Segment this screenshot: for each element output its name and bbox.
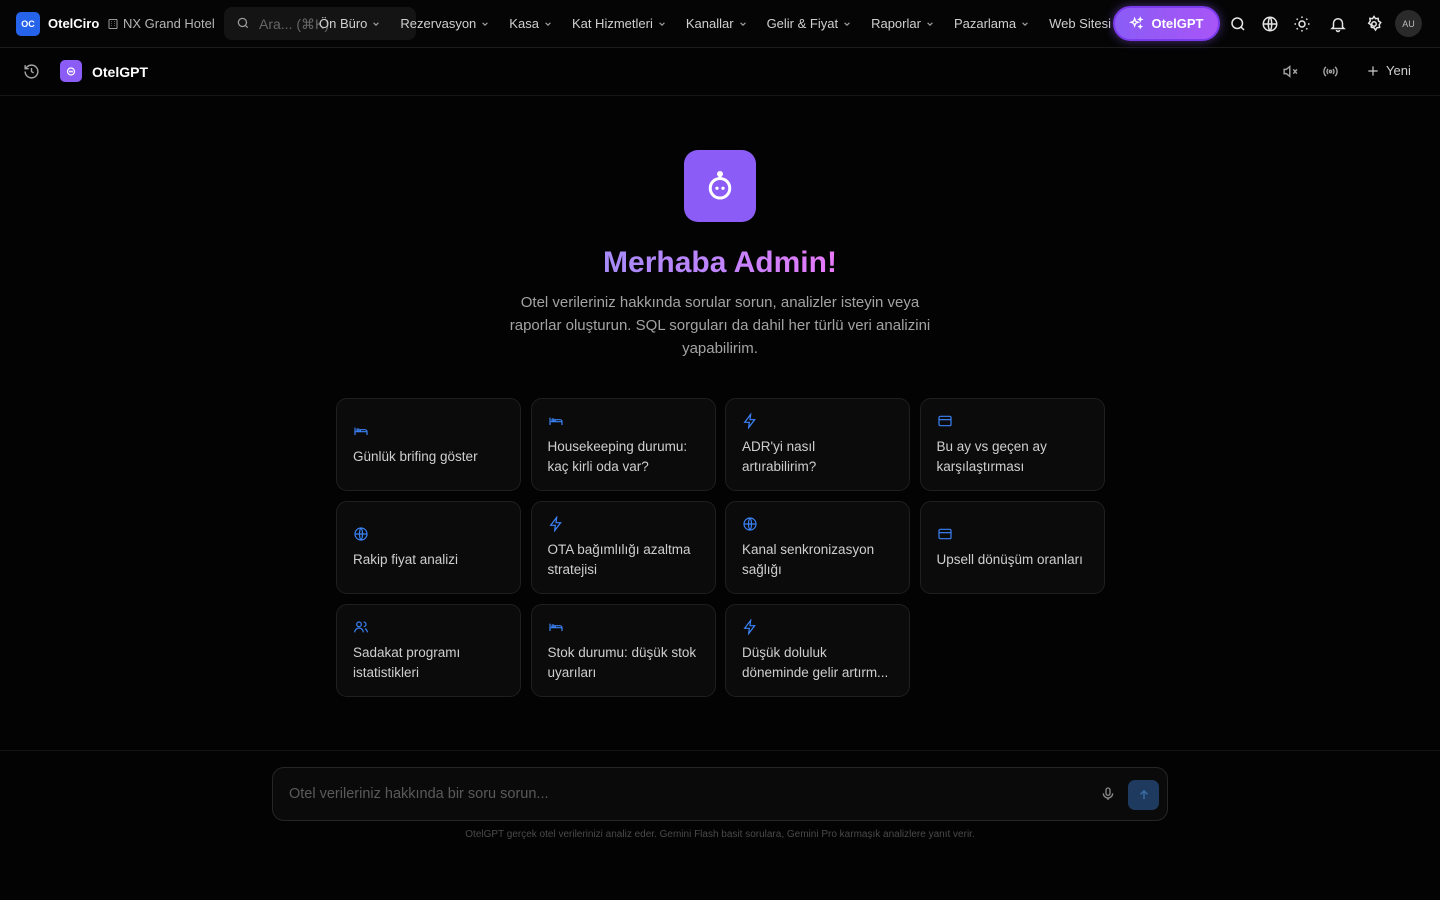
- mute-icon[interactable]: [1282, 63, 1299, 80]
- suggestion-card[interactable]: Kanal senkronizasyon sağlığı: [725, 501, 910, 594]
- suggestion-text: Sadakat programı istatistikleri: [353, 645, 461, 680]
- bed-icon: [548, 417, 563, 425]
- suggestion-grid: Günlük brifing göster Housekeeping durumu…: [336, 398, 1105, 697]
- mic-icon[interactable]: [1100, 786, 1116, 802]
- nav-item-label: Kanallar: [685, 16, 734, 31]
- bolt-icon: [743, 619, 756, 635]
- suggestion-text: Bu ay vs geçen ay karşılaştırması: [936, 439, 1047, 474]
- suggestion-text: Upsell dönüşüm oranları: [936, 551, 1083, 567]
- bolt-icon: [548, 516, 562, 532]
- nav-item-label: Ön Büro: [319, 16, 368, 31]
- chevron-down-icon: [659, 21, 665, 26]
- nav-item-label: Rezervasyon: [400, 16, 477, 31]
- bell-icon[interactable]: [1329, 15, 1347, 33]
- assistant-logo: [684, 150, 756, 222]
- chat-title: OtelGPT: [92, 64, 149, 80]
- sun-icon[interactable]: [1293, 15, 1311, 33]
- chat-header: OtelGPT Yeni: [0, 48, 1440, 96]
- chat-composer: [272, 767, 1168, 821]
- gear-icon[interactable]: [1365, 15, 1383, 33]
- globe-icon: [354, 527, 368, 541]
- suggestion-card[interactable]: OTA bağımlılığı azaltma stratejisi: [530, 501, 716, 594]
- chat-input[interactable]: [289, 783, 1089, 805]
- suggestion-text: Kanal senkronizasyon sağlığı: [742, 542, 875, 577]
- brand-name[interactable]: OtelCiro: [48, 16, 99, 31]
- nav-item-4[interactable]: Kanallar: [686, 16, 747, 31]
- send-button[interactable]: [1128, 780, 1159, 810]
- suggestion-card[interactable]: Stok durumu: düşük stok uyarıları: [530, 604, 716, 697]
- app-logo[interactable]: OC: [16, 12, 40, 36]
- greeting-title: Merhaba Admin!: [0, 246, 1440, 280]
- suggestion-card[interactable]: Housekeeping durumu: kaç kirli oda var?: [530, 398, 716, 491]
- bot-icon: [66, 67, 76, 76]
- greeting-text: Merhaba Admin!: [603, 246, 837, 279]
- nav-item-2[interactable]: Kasa: [509, 16, 552, 31]
- hotel-selector[interactable]: NX Grand Hotel: [107, 16, 215, 31]
- suggestion-card[interactable]: ADR'yi nasıl artırabilirim?: [725, 398, 910, 491]
- card-icon: [937, 528, 952, 540]
- composer-divider: [0, 750, 1440, 751]
- otelgpt-button[interactable]: OtelGPT: [1113, 6, 1220, 41]
- suggestion-card[interactable]: Bu ay vs geçen ay karşılaştırması: [919, 398, 1105, 491]
- sparkles-icon: [1129, 16, 1145, 30]
- new-chat-button[interactable]: Yeni: [1366, 63, 1411, 78]
- nav-item-7[interactable]: Pazarlama: [954, 16, 1029, 31]
- suggestion-card[interactable]: Günlük brifing göster: [336, 398, 521, 491]
- plus-icon: [1368, 65, 1378, 76]
- new-chat-label: Yeni: [1386, 63, 1411, 78]
- suggestion-text: Stok durumu: düşük stok uyarıları: [547, 645, 697, 680]
- hotel-name: NX Grand Hotel: [123, 16, 215, 31]
- nav-item-8[interactable]: Web Sitesi: [1049, 16, 1111, 31]
- building-icon: [108, 18, 118, 29]
- suggestion-text: Rakip fiyat analizi: [353, 551, 459, 567]
- nav-item-1[interactable]: Rezervasyon: [400, 16, 489, 31]
- card-icon: [937, 415, 952, 427]
- nav-item-label: Raporlar: [871, 16, 921, 31]
- nav-item-label: Pazarlama: [953, 16, 1017, 31]
- bolt-icon: [743, 413, 756, 429]
- chevron-down-icon: [373, 21, 380, 26]
- suggestion-text: Düşük doluluk döneminde gelir artırm...: [742, 645, 889, 680]
- globe-icon[interactable]: [1261, 15, 1279, 33]
- globe-icon: [743, 517, 757, 531]
- intro-text: Otel verileriniz hakkında sorular sorun,…: [509, 294, 931, 357]
- bed-icon: [548, 623, 563, 631]
- bot-icon: [708, 171, 732, 200]
- otelgpt-button-label: OtelGPT: [1151, 16, 1204, 31]
- suggestion-card[interactable]: Sadakat programı istatistikleri: [336, 604, 521, 697]
- nav-item-6[interactable]: Raporlar: [871, 16, 934, 31]
- chevron-down-icon: [545, 21, 551, 26]
- arrow-up-icon: [1139, 789, 1148, 800]
- bed-icon: [354, 427, 368, 435]
- nav-item-label: Gelir & Fiyat: [766, 16, 839, 31]
- users-icon: [354, 621, 368, 633]
- suggestion-text: Housekeeping durumu: kaç kirli oda var?: [547, 439, 688, 474]
- composer-footnote: OtelGPT gerçek otel verilerinizi analiz …: [465, 829, 975, 840]
- history-icon[interactable]: [23, 63, 40, 80]
- chevron-down-icon: [927, 21, 933, 26]
- search-icon[interactable]: [1229, 15, 1247, 33]
- nav-item-label: Web Sitesi: [1049, 16, 1111, 31]
- nav-item-label: Kat Hizmetleri: [571, 16, 653, 31]
- suggestion-text: OTA bağımlılığı azaltma stratejisi: [547, 542, 691, 577]
- suggestion-card[interactable]: Rakip fiyat analizi: [336, 501, 521, 594]
- nav-item-label: Kasa: [509, 16, 539, 31]
- nav-item-0[interactable]: Ön Büro: [319, 16, 380, 31]
- nav-item-3[interactable]: Kat Hizmetleri: [572, 16, 666, 31]
- chevron-down-icon: [739, 21, 746, 26]
- broadcast-icon[interactable]: [1322, 63, 1339, 80]
- user-avatar[interactable]: AU: [1395, 10, 1422, 37]
- top-navbar: OC OtelCiro NX Grand Hotel Ara... (⌘K) Ö…: [0, 0, 1440, 48]
- suggestion-card[interactable]: Upsell dönüşüm oranları: [919, 501, 1105, 594]
- suggestion-text: ADR'yi nasıl artırabilirim?: [742, 439, 817, 474]
- chevron-down-icon: [482, 21, 489, 26]
- search-icon: [237, 17, 249, 29]
- chevron-down-icon: [844, 21, 850, 26]
- main-menu: Ön Büro Rezervasyon Kasa Kat Hizmetleri Kana…: [319, 0, 1119, 47]
- nav-item-5[interactable]: Gelir & Fiyat: [767, 16, 852, 31]
- otelgpt-logo: [60, 60, 82, 82]
- chevron-down-icon: [1022, 21, 1028, 26]
- suggestion-card[interactable]: Düşük doluluk döneminde gelir artırm...: [725, 604, 910, 697]
- suggestion-text: Günlük brifing göster: [353, 448, 478, 464]
